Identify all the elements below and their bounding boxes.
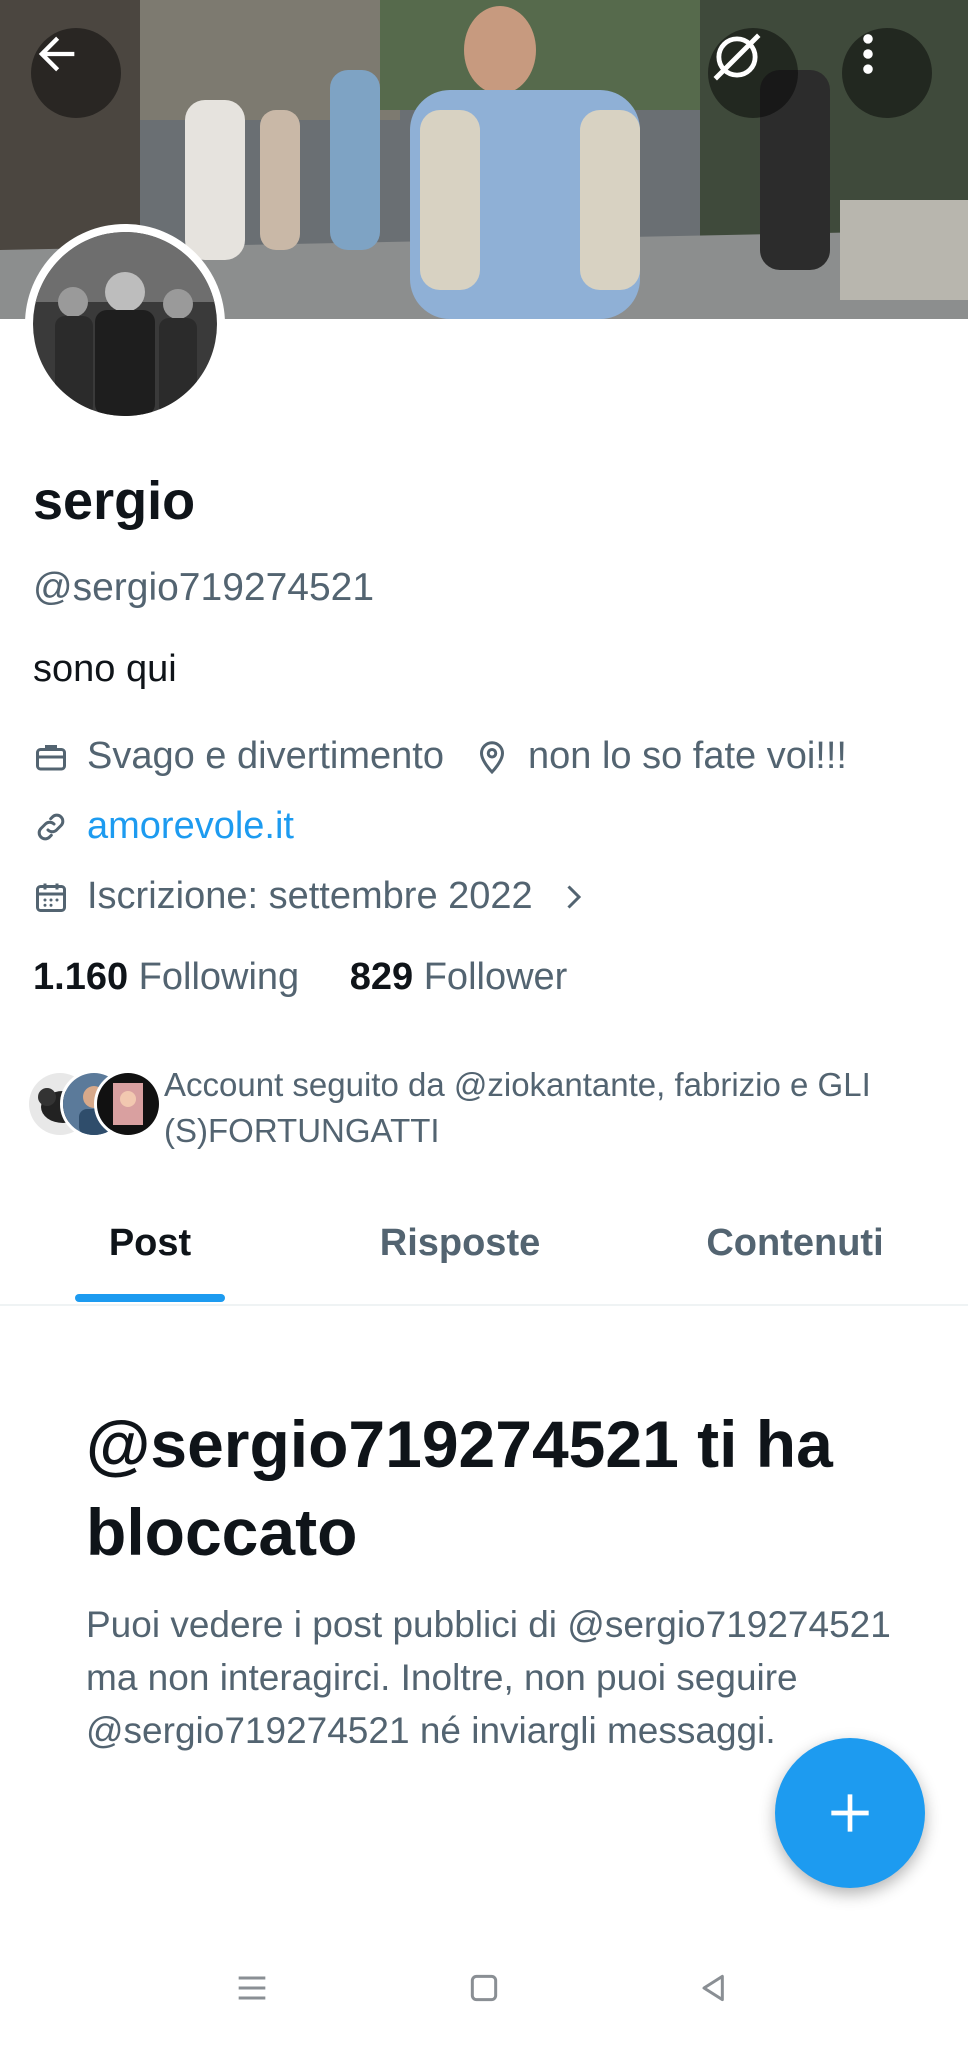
user-handle: @sergio719274521 — [33, 566, 375, 609]
back-button[interactable] — [31, 28, 121, 118]
square-icon — [470, 1974, 498, 2002]
followed-by-text[interactable]: Account seguito da @ziokantante, fabrizi… — [164, 1062, 944, 1154]
slashed-circle-icon — [713, 33, 761, 81]
location-pin-icon — [474, 739, 510, 775]
display-name: sergio — [33, 471, 196, 531]
profile-category: Svago e divertimento — [87, 735, 444, 777]
grok-button[interactable] — [708, 28, 798, 118]
profile-tabs: Post Risposte Contenuti — [0, 1190, 968, 1306]
following-label: Following — [138, 956, 300, 998]
profile-location: non lo so fate voi!!! — [527, 735, 847, 777]
tab-post[interactable]: Post — [0, 1190, 300, 1304]
follow-stats: 1.160 Following 829 Follower — [33, 956, 567, 999]
profile-meta-row: Svago e divertimento non lo so fate voi!… — [33, 735, 847, 778]
home-button[interactable] — [454, 1958, 514, 2018]
chevron-right-icon — [555, 879, 591, 915]
following-count: 1.160 — [33, 956, 129, 998]
tab-contenuti[interactable]: Contenuti — [640, 1190, 950, 1304]
active-tab-indicator — [75, 1294, 225, 1302]
link-icon — [33, 809, 69, 845]
following-stat[interactable]: 1.160 Following — [33, 956, 299, 998]
blocked-title: @sergio719274521 ti ha bloccato — [86, 1407, 833, 1569]
arrow-left-icon — [38, 36, 75, 72]
tab-risposte[interactable]: Risposte — [310, 1190, 610, 1304]
menu-lines-icon — [238, 1976, 266, 2000]
briefcase-icon — [33, 739, 69, 775]
recent-apps-button[interactable] — [222, 1958, 282, 2018]
website-link[interactable]: amorevole.it — [87, 805, 294, 848]
system-navigation-bar — [0, 1930, 968, 2048]
followers-stat[interactable]: 829 Follower — [350, 956, 568, 998]
followers-count: 829 — [349, 956, 414, 998]
joined-date: Iscrizione: settembre 2022 — [87, 875, 533, 917]
blocked-message: Puoi vedere i post pubblici di @sergio71… — [86, 1604, 891, 1751]
follower-avatar — [94, 1070, 162, 1138]
avatar-photo — [33, 232, 217, 416]
calendar-icon — [33, 879, 69, 915]
bio-text: sono qui — [33, 648, 177, 690]
joined-row[interactable]: Iscrizione: settembre 2022 — [33, 875, 609, 918]
followed-by-avatars[interactable] — [26, 1066, 162, 1138]
more-options-button[interactable] — [842, 28, 932, 118]
triangle-back-icon — [702, 1974, 724, 2002]
profile-avatar[interactable] — [25, 224, 225, 424]
compose-button[interactable] — [775, 1738, 925, 1888]
followers-label: Follower — [423, 956, 568, 998]
back-nav-button[interactable] — [684, 1958, 744, 2018]
plus-icon — [831, 1794, 869, 1832]
website-row: amorevole.it — [33, 805, 294, 848]
more-vertical-icon — [863, 34, 873, 74]
